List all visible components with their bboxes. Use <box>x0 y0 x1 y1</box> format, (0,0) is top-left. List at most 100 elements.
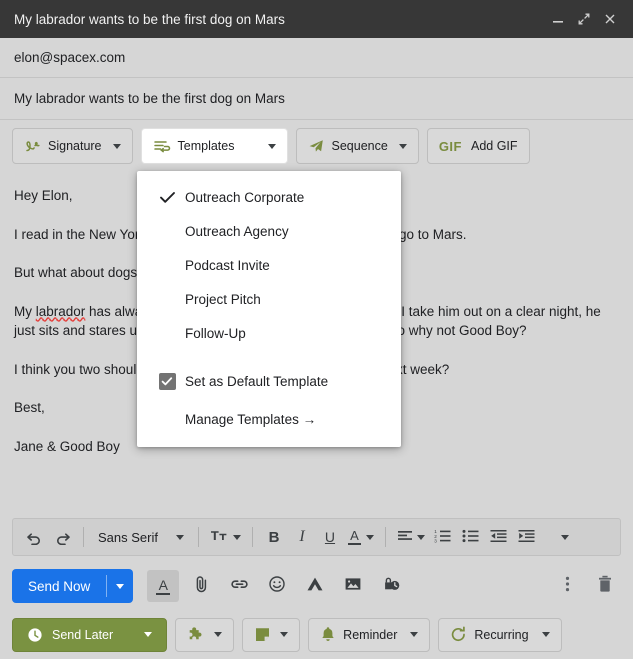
chevron-down-icon <box>366 535 374 540</box>
checkbox-box <box>159 373 176 390</box>
chevron-down-icon <box>417 535 425 540</box>
font-size-button[interactable] <box>207 523 244 551</box>
chevron-down-icon <box>144 632 152 637</box>
lock-clock-icon <box>382 575 401 598</box>
sequence-button[interactable]: Sequence <box>296 128 419 164</box>
compose-window: My labrador wants to be the first dog on… <box>0 0 633 659</box>
font-family-value: Sans Serif <box>98 530 158 545</box>
menu-item-set-as-default-template[interactable]: Set as Default Template <box>137 364 401 398</box>
more-options-button[interactable] <box>551 570 583 602</box>
menu-item-label: Set as Default Template <box>185 374 328 389</box>
send-later-button[interactable]: Send Later <box>12 618 167 652</box>
text-color-icon: A <box>348 529 361 545</box>
insert-link-button[interactable] <box>223 570 255 602</box>
menu-item-outreach-agency[interactable]: Outreach Agency <box>137 214 401 248</box>
font-family-select[interactable]: Sans Serif <box>92 523 190 551</box>
chevron-down-icon <box>116 584 124 589</box>
minimize-button[interactable] <box>545 6 571 32</box>
integrations-button[interactable] <box>175 618 234 652</box>
indent-decrease-icon <box>490 529 507 546</box>
confidential-mode-button[interactable] <box>375 570 407 602</box>
numbered-list-button[interactable]: 1 2 3 <box>430 523 456 551</box>
templates-icon <box>153 138 171 154</box>
image-icon <box>344 576 362 597</box>
check-icon <box>149 190 185 205</box>
format-toolbar-wrapper: Sans Serif B I U A <box>0 510 633 562</box>
trash-icon <box>596 574 614 598</box>
emoji-icon <box>268 575 286 598</box>
toolbar-divider <box>252 527 253 547</box>
templates-button[interactable]: Templates <box>141 128 288 164</box>
menu-item-follow-up[interactable]: Follow-Up <box>137 316 401 350</box>
align-left-icon <box>397 529 413 546</box>
discard-draft-button[interactable] <box>589 570 621 602</box>
indent-less-button[interactable] <box>486 523 512 551</box>
bold-button[interactable]: B <box>261 523 287 551</box>
text-color-button[interactable]: A <box>345 523 377 551</box>
send-options-dropdown[interactable] <box>107 569 133 603</box>
recipient-field[interactable]: elon@spacex.com <box>0 38 633 78</box>
align-button[interactable] <box>394 523 428 551</box>
add-gif-label: Add GIF <box>471 139 518 153</box>
menu-item-label: Podcast Invite <box>185 258 270 273</box>
send-later-label: Send Later <box>52 628 113 642</box>
refresh-icon <box>450 626 467 643</box>
toolbar-divider <box>198 527 199 547</box>
attach-file-button[interactable] <box>185 570 217 602</box>
signature-label: Signature <box>48 139 102 153</box>
underline-button[interactable]: U <box>317 523 343 551</box>
undo-button[interactable] <box>21 523 47 551</box>
insert-photo-button[interactable] <box>337 570 369 602</box>
sequence-label: Sequence <box>332 139 388 153</box>
bulleted-list-button[interactable] <box>458 523 484 551</box>
recurring-button[interactable]: Recurring <box>438 618 561 652</box>
menu-item-project-pitch[interactable]: Project Pitch <box>137 282 401 316</box>
menu-item-label: Outreach Corporate <box>185 190 304 205</box>
chevron-down-icon <box>268 144 276 149</box>
indent-increase-icon <box>518 529 535 546</box>
format-more-button[interactable] <box>552 523 578 551</box>
notes-button[interactable] <box>242 618 300 652</box>
insert-emoji-button[interactable] <box>261 570 293 602</box>
toolbar-divider <box>83 527 84 547</box>
menu-item-label: Manage Templates → <box>185 412 316 427</box>
schedule-toolbar: Send Later <box>0 610 633 659</box>
insert-drive-button[interactable] <box>299 570 331 602</box>
reminder-label: Reminder <box>343 628 397 642</box>
subject-field[interactable]: My labrador wants to be the first dog on… <box>0 78 633 120</box>
gif-icon: GIF <box>439 139 462 154</box>
checkbox-checked-icon[interactable] <box>149 373 185 390</box>
menu-item-podcast-invite[interactable]: Podcast Invite <box>137 248 401 282</box>
chevron-down-icon <box>561 535 569 540</box>
templates-dropdown-menu: Outreach Corporate Outreach Agency Podca… <box>137 171 401 447</box>
send-now-button[interactable]: Send Now <box>12 569 133 603</box>
window-titlebar: My labrador wants to be the first dog on… <box>0 0 633 38</box>
add-gif-button[interactable]: GIF Add GIF <box>427 128 530 164</box>
format-text-button[interactable]: A <box>147 570 179 602</box>
paper-plane-icon <box>308 138 325 154</box>
link-icon <box>230 576 249 597</box>
font-size-icon <box>210 528 229 546</box>
google-drive-icon <box>306 576 324 597</box>
menu-item-manage-templates[interactable]: Manage Templates → <box>137 402 401 436</box>
numbered-list-icon: 1 2 3 <box>434 529 451 546</box>
subject-value: My labrador wants to be the first dog on… <box>14 91 285 106</box>
menu-divider-gap <box>137 350 401 364</box>
sticky-note-icon <box>254 626 271 643</box>
italic-button[interactable]: I <box>289 523 315 551</box>
clock-icon <box>27 627 43 643</box>
send-bar: Send Now A <box>0 562 633 610</box>
close-button[interactable] <box>597 6 623 32</box>
chevron-down-icon <box>280 632 288 637</box>
redo-button[interactable] <box>49 523 75 551</box>
signature-button[interactable]: Signature <box>12 128 133 164</box>
text-color-letter: A <box>350 529 359 542</box>
reminder-button[interactable]: Reminder <box>308 618 430 652</box>
expand-button[interactable] <box>571 6 597 32</box>
window-title: My labrador wants to be the first dog on… <box>14 12 545 27</box>
indent-more-button[interactable] <box>514 523 540 551</box>
misspelled-word: labrador <box>36 304 86 319</box>
paperclip-icon <box>193 575 210 598</box>
menu-item-outreach-corporate[interactable]: Outreach Corporate <box>137 180 401 214</box>
recurring-label: Recurring <box>474 628 528 642</box>
